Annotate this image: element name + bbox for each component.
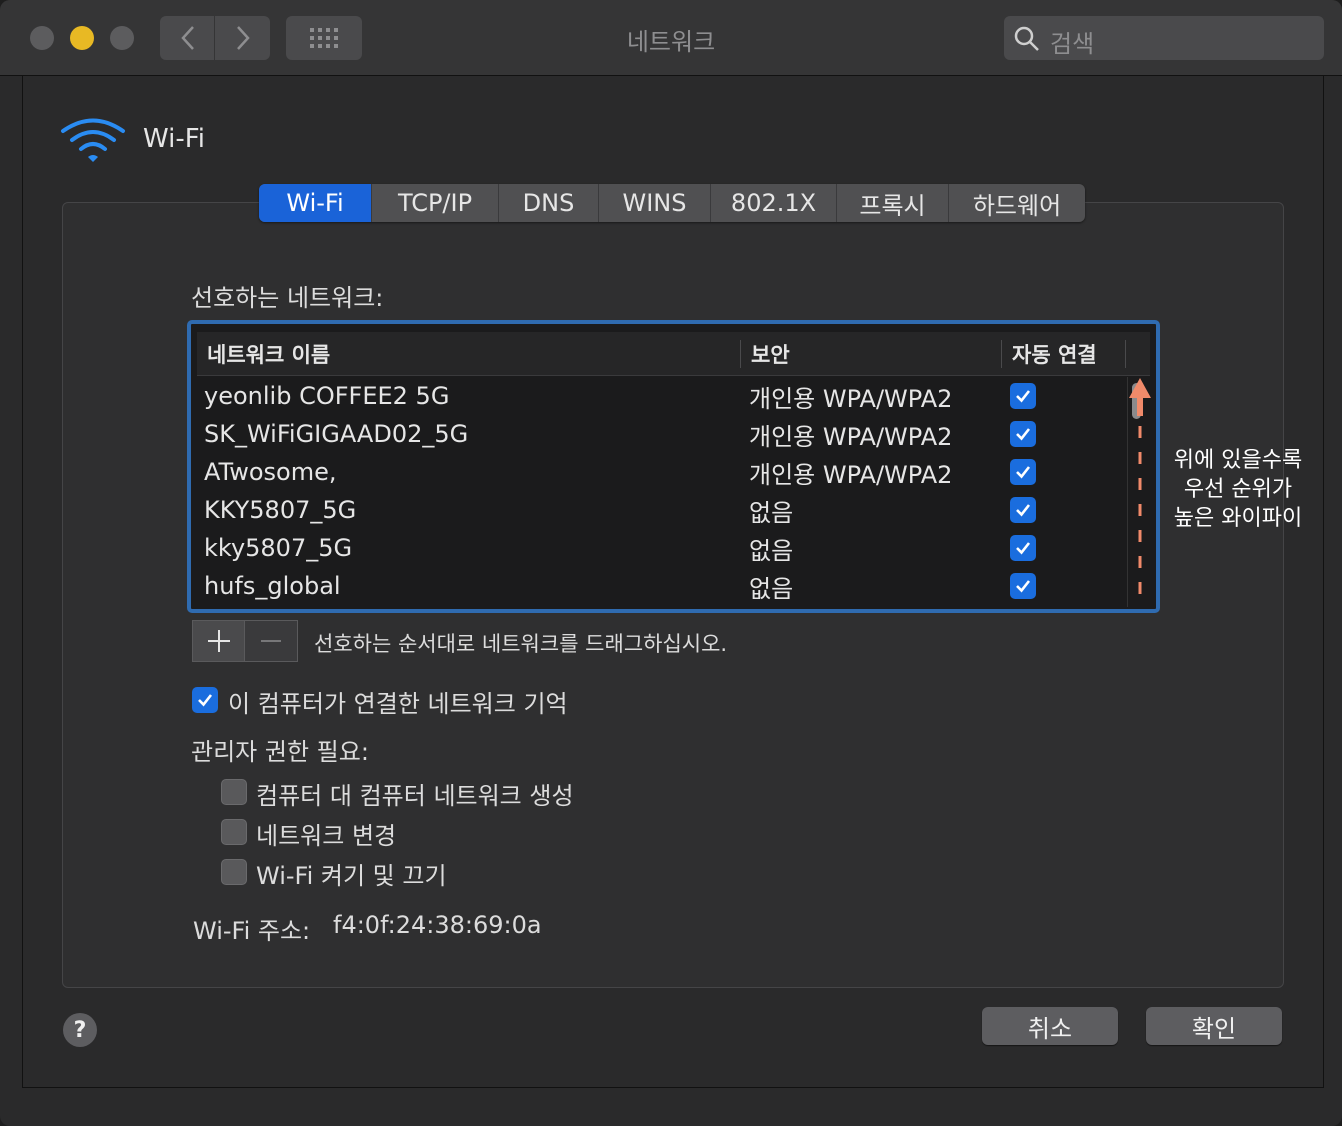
- remove-network-button[interactable]: [245, 621, 297, 661]
- search-icon: [1014, 26, 1039, 51]
- titlebar: 네트워크 검색: [0, 0, 1342, 76]
- minus-icon: [261, 640, 281, 642]
- table-row[interactable]: KKY5807_5G 없음: [197, 491, 1127, 529]
- network-name: ATwosome,: [204, 458, 337, 486]
- network-security: 개인용 WPA/WPA2: [749, 460, 953, 489]
- checkmark-icon: [1016, 390, 1031, 403]
- system-preferences-window: 네트워크 검색 Wi-Fi Wi-Fi TCP/IP DNS WINS 802.…: [0, 0, 1342, 1126]
- network-security: 없음: [749, 498, 794, 527]
- checkmark-icon: [1016, 504, 1031, 517]
- network-security: 없음: [749, 574, 794, 603]
- wifi-icon: [61, 118, 125, 162]
- wifi-address-label: Wi-Fi 주소:: [193, 917, 311, 945]
- auto-join-checkbox[interactable]: [1010, 459, 1036, 485]
- network-security: 개인용 WPA/WPA2: [749, 422, 953, 451]
- network-name: kky5807_5G: [204, 534, 353, 562]
- tab-hardware[interactable]: 하드웨어: [949, 184, 1085, 222]
- add-network-button[interactable]: [193, 621, 246, 661]
- priority-arrow-icon: [1129, 378, 1151, 604]
- annotation-line: 위에 있을수록: [1173, 448, 1303, 473]
- admin-required-title: 관리자 권한 필요:: [191, 738, 369, 766]
- checkmark-icon: [1016, 466, 1031, 479]
- interface-name: Wi-Fi: [143, 124, 206, 154]
- add-remove-control: [192, 620, 298, 662]
- tab-wifi[interactable]: Wi-Fi: [259, 184, 372, 222]
- annotation-line: 우선 순위가: [1183, 477, 1293, 502]
- auto-join-checkbox[interactable]: [1010, 535, 1036, 561]
- tab-proxy[interactable]: 프록시: [837, 184, 949, 222]
- auto-join-checkbox[interactable]: [1010, 497, 1036, 523]
- checkmark-icon: [1016, 428, 1031, 441]
- column-header-name[interactable]: 네트워크 이름: [207, 332, 330, 376]
- network-name: hufs_global: [204, 572, 341, 600]
- remember-networks-checkbox[interactable]: [192, 687, 218, 713]
- annotation-line: 높은 와이파이: [1173, 506, 1303, 531]
- change-networks-checkbox[interactable]: [221, 819, 247, 845]
- table-row[interactable]: ATwosome, 개인용 WPA/WPA2: [197, 453, 1127, 491]
- search-field[interactable]: 검색: [1004, 16, 1324, 60]
- preferred-networks-table[interactable]: 네트워크 이름 보안 자동 연결 yeonlib COFFEE2 5G 개인용 …: [187, 320, 1160, 613]
- checkmark-icon: [1016, 542, 1031, 555]
- create-computer-network-checkbox[interactable]: [221, 779, 247, 805]
- table-header: 네트워크 이름 보안 자동 연결: [197, 332, 1150, 376]
- network-name: SK_WiFiGIGAAD02_5G: [204, 420, 469, 448]
- tab-tcpip[interactable]: TCP/IP: [372, 184, 499, 222]
- tab-bar: Wi-Fi TCP/IP DNS WINS 802.1X 프록시 하드웨어: [259, 184, 1085, 222]
- toggle-wifi-label[interactable]: Wi-Fi 켜기 및 끄기: [256, 856, 447, 891]
- create-computer-network-label[interactable]: 컴퓨터 대 컴퓨터 네트워크 생성: [256, 776, 574, 811]
- network-name: yeonlib COFFEE2 5G: [204, 382, 450, 410]
- table-row[interactable]: yeonlib COFFEE2 5G 개인용 WPA/WPA2: [197, 377, 1127, 415]
- checkmark-icon: [198, 694, 213, 707]
- table-row[interactable]: SK_WiFiGIGAAD02_5G 개인용 WPA/WPA2: [197, 415, 1127, 453]
- plus-icon: [207, 630, 230, 652]
- auto-join-checkbox[interactable]: [1010, 383, 1036, 409]
- table-row[interactable]: hufs_global 없음: [197, 567, 1127, 605]
- network-security: 개인용 WPA/WPA2: [749, 384, 953, 413]
- change-networks-label[interactable]: 네트워크 변경: [256, 816, 396, 851]
- auto-join-checkbox[interactable]: [1010, 421, 1036, 447]
- cancel-button[interactable]: 취소: [982, 1007, 1118, 1045]
- network-name: KKY5807_5G: [204, 496, 357, 524]
- ok-button[interactable]: 확인: [1146, 1007, 1282, 1045]
- table-row[interactable]: kky5807_5G 없음: [197, 529, 1127, 567]
- column-header-auto-join[interactable]: 자동 연결: [1012, 332, 1097, 376]
- tab-dns[interactable]: DNS: [499, 184, 599, 222]
- network-security: 없음: [749, 536, 794, 565]
- wifi-address-value: f4:0f:24:38:69:0a: [333, 911, 542, 939]
- search-placeholder: 검색: [1050, 30, 1095, 58]
- auto-join-checkbox[interactable]: [1010, 573, 1036, 599]
- checkmark-icon: [1016, 580, 1031, 593]
- tab-wins[interactable]: WINS: [599, 184, 711, 222]
- remember-networks-label[interactable]: 이 컴퓨터가 연결한 네트워크 기억: [228, 684, 568, 719]
- preferred-networks-title: 선호하는 네트워크:: [191, 284, 384, 312]
- tab-8021x[interactable]: 802.1X: [711, 184, 837, 222]
- column-header-security[interactable]: 보안: [751, 332, 790, 376]
- drag-hint: 선호하는 순서대로 네트워크를 드래그하십시오.: [314, 632, 728, 656]
- priority-annotation: 위에 있을수록 우선 순위가 높은 와이파이: [1168, 446, 1308, 533]
- toggle-wifi-checkbox[interactable]: [221, 859, 247, 885]
- help-button[interactable]: ?: [63, 1013, 97, 1047]
